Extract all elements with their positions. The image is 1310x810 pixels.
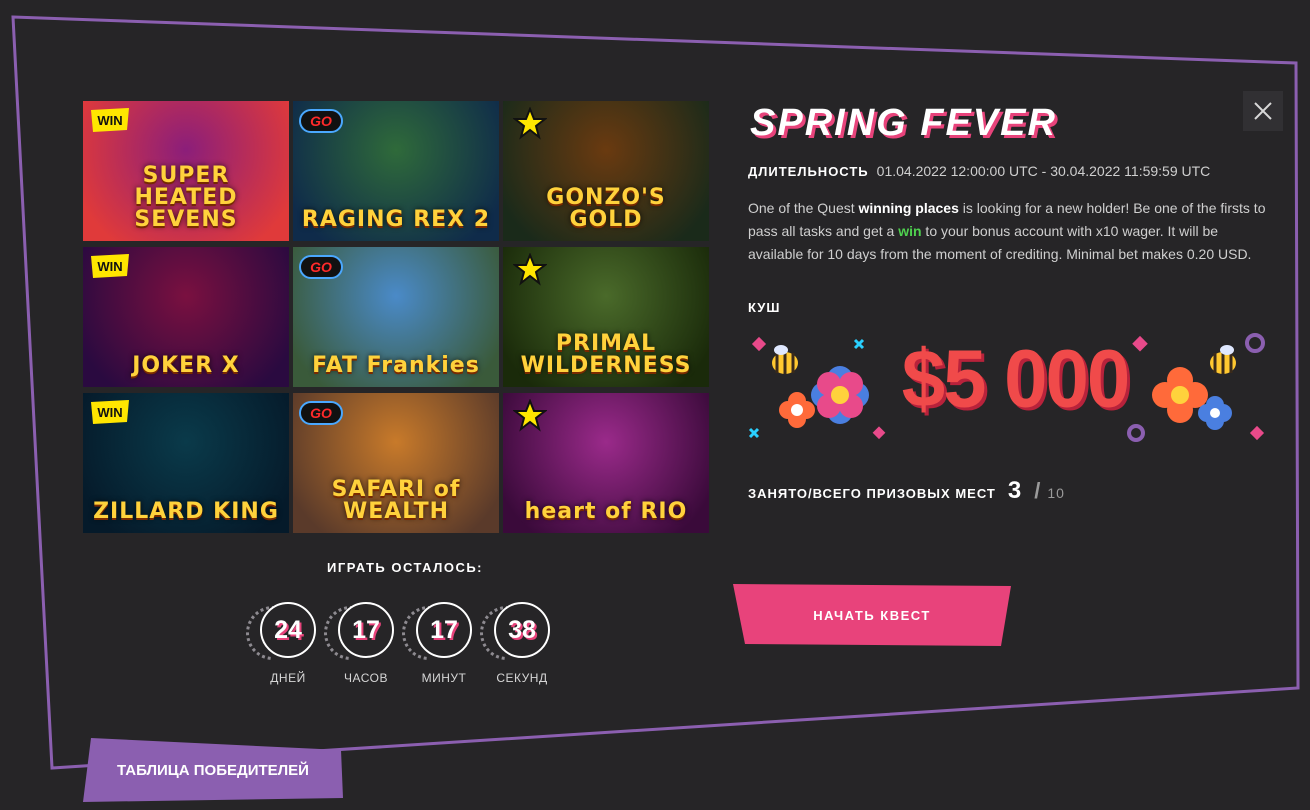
games-grid: WIN SUPER HEATED SEVENS GO RAGING REX 2 GONZ… [83,101,709,534]
places-separator: / [1034,478,1042,503]
game-tile[interactable]: GONZO'S GOLD [503,101,709,241]
go-badge-icon: GO [299,401,343,425]
go-badge-icon: GO [299,255,343,279]
star-badge-icon [513,253,547,286]
game-title: SAFARI of WEALTH [331,477,461,524]
svg-text:WIN: WIN [97,405,122,420]
minutes-label: МИНУТ [421,671,467,685]
game-title: SUPER HEATED SEVENS [134,163,238,232]
svg-text:WIN: WIN [97,259,122,274]
places-taken: 3 [1007,477,1023,504]
win-badge-icon: WIN [91,108,129,132]
game-tile[interactable]: PRIMAL WILDERNESS [503,247,709,387]
game-title: FAT Frankies [312,353,480,378]
prize-places: ЗАНЯТО/ВСЕГО ПРИЗОВЫХ МЕСТ 3 / 10 [748,477,1065,505]
svg-text:GO: GO [310,405,332,421]
game-title: RAGING REX 2 [301,207,491,232]
quest-title: SPRING FEVER [750,102,1057,144]
places-total: 10 [1047,485,1065,501]
game-title: ZILLARD KING [93,499,279,524]
winners-table-label: ТАБЛИЦА ПОБЕДИТЕЛЕЙ [117,761,309,779]
days-label: ДНЕЙ [270,671,306,685]
start-quest-button[interactable]: НАЧАТЬ КВЕСТ [733,584,1011,646]
svg-text:GO: GO [310,259,332,275]
places-label: ЗАНЯТО/ВСЕГО ПРИЗОВЫХ МЕСТ [748,486,996,501]
game-title: PRIMAL WILDERNESS [520,331,692,378]
game-tile[interactable]: heart of RIO [503,393,709,533]
seconds-value: 38 [494,602,550,658]
quest-duration: ДЛИТЕЛЬНОСТЬ 01.04.2022 12:00:00 UTC - 30… [748,163,1210,179]
duration-label: ДЛИТЕЛЬНОСТЬ [748,164,869,179]
hours-label: ЧАСОВ [344,671,388,685]
duration-value: 01.04.2022 12:00:00 UTC - 30.04.2022 11:… [876,163,1211,179]
quest-description: One of the Quest winning places is looki… [748,200,1266,262]
days-value: 24 [260,602,316,658]
win-text: win [898,223,922,239]
minutes-value: 17 [416,602,472,658]
countdown-hours: 17 ЧАСОВ [324,602,396,685]
jackpot-amount: $5 000 [901,331,1131,425]
close-icon [1254,102,1272,120]
seconds-label: СЕКУНД [496,671,548,685]
go-badge-icon: GO [299,109,343,133]
start-quest-label: НАЧАТЬ КВЕСТ [813,607,931,623]
close-button[interactable] [1243,91,1283,131]
game-tile[interactable]: WIN ZILLARD KING [83,393,289,533]
winning-places-text: winning places [858,200,959,216]
game-tile[interactable]: GO RAGING REX 2 [293,101,499,241]
hours-value: 17 [338,602,394,658]
jackpot-label: КУШ [748,300,781,315]
countdown-title: ИГРАТЬ ОСТАЛОСЬ: [326,560,484,575]
star-badge-icon [513,399,547,432]
countdown-days: 24 ДНЕЙ [246,602,318,685]
win-badge-icon: WIN [91,400,129,424]
countdown-minutes: 17 МИНУТ [402,602,474,685]
svg-text:GO: GO [310,113,332,129]
jackpot-banner: $5 000 [740,325,1280,455]
game-tile[interactable]: WIN JOKER X [83,247,289,387]
game-title: JOKER X [132,353,240,378]
game-tile[interactable]: WIN SUPER HEATED SEVENS [83,101,289,241]
game-title: GONZO'S GOLD [546,185,666,232]
win-badge-icon: WIN [91,254,129,278]
svg-text:WIN: WIN [97,113,122,128]
winners-table-button[interactable]: ТАБЛИЦА ПОБЕДИТЕЛЕЙ [83,738,343,802]
star-badge-icon [513,107,547,140]
game-tile[interactable]: GO FAT Frankies [293,247,499,387]
game-title: heart of RIO [524,499,688,524]
game-tile[interactable]: GO SAFARI of WEALTH [293,393,499,533]
countdown-seconds: 38 СЕКУНД [480,602,552,685]
